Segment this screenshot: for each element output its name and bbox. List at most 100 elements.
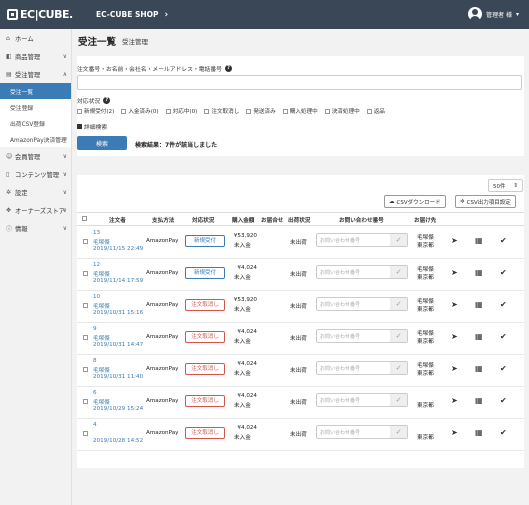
sidebar-item-content[interactable]: ▯ コンテンツ管理 ∨ <box>0 165 71 183</box>
inquiry-number-input[interactable]: お問い合わせ番号 ✓ <box>316 329 408 343</box>
csv-download-button[interactable]: ☁ CSVダウンロード <box>384 195 446 208</box>
row-checkbox[interactable] <box>83 367 88 372</box>
row-checkbox[interactable] <box>83 303 88 308</box>
status-checkbox-in-progress[interactable]: 対応中(0) <box>165 107 197 115</box>
check-icon[interactable]: ✓ <box>390 394 407 406</box>
check-icon[interactable]: ✔ <box>500 364 507 373</box>
order-status-badge[interactable]: 注文取消し <box>185 299 225 311</box>
status-checkbox-returned[interactable]: 返品 <box>366 107 385 115</box>
sidebar-sub-order-list[interactable]: 受注一覧 <box>0 83 71 99</box>
check-icon[interactable]: ✔ <box>500 300 507 309</box>
sidebar-item-owners-store[interactable]: ✥ オーナーズストア ∨ <box>0 201 71 219</box>
order-date-link[interactable]: 2019/10/31 14:47 <box>93 342 143 348</box>
check-icon[interactable]: ✓ <box>390 426 407 438</box>
status-checkbox-cancelled[interactable]: 注文取消し <box>204 107 239 115</box>
status-checkbox-payment-processing[interactable]: 決済処理中 <box>324 107 360 115</box>
sidebar-sub-amazonpay[interactable]: AmazonPay決済管理 <box>0 131 71 147</box>
inquiry-number-input[interactable]: お問い合わせ番号 ✓ <box>316 393 408 407</box>
check-icon[interactable]: ✔ <box>500 332 507 341</box>
logo[interactable]: EC|CUBE. <box>0 8 78 21</box>
check-icon[interactable]: ✓ <box>390 362 407 374</box>
table-icon[interactable]: ▦ <box>475 428 483 437</box>
customer-name-link[interactable]: 毛塚傑 <box>93 270 110 278</box>
check-icon[interactable]: ✔ <box>500 236 507 245</box>
row-checkbox[interactable] <box>83 271 88 276</box>
table-icon[interactable]: ▦ <box>475 332 483 341</box>
row-checkbox[interactable] <box>83 431 88 436</box>
order-number-link[interactable]: 6 <box>93 390 97 396</box>
customer-name-link[interactable]: 毛塚傑 <box>93 334 110 342</box>
help-icon[interactable]: ? <box>224 65 232 72</box>
check-icon[interactable]: ✓ <box>390 266 407 278</box>
sidebar-sub-shipping-csv[interactable]: 出荷CSV登録 <box>0 115 71 131</box>
help-icon[interactable]: ? <box>103 97 111 104</box>
row-checkbox[interactable] <box>83 399 88 404</box>
search-button[interactable]: 検索 <box>77 136 127 150</box>
inquiry-number-input[interactable]: お問い合わせ番号 ✓ <box>316 265 408 279</box>
order-status-badge[interactable]: 注文取消し <box>185 395 225 407</box>
search-input[interactable] <box>77 75 522 90</box>
user-menu[interactable]: 管理者 様 ▾ <box>468 7 519 21</box>
csv-settings-button[interactable]: ✲ CSV出力項目設定 <box>455 195 516 208</box>
check-icon[interactable]: ✔ <box>500 396 507 405</box>
inquiry-number-input[interactable]: お問い合わせ番号 ✓ <box>316 361 408 375</box>
page-size-select[interactable]: 50件 ⇕ <box>488 179 523 192</box>
check-icon[interactable]: ✓ <box>390 298 407 310</box>
send-mail-icon[interactable]: ➤ <box>451 364 458 373</box>
table-icon[interactable]: ▦ <box>475 396 483 405</box>
sidebar-item-members[interactable]: ☺ 会員管理 ∨ <box>0 147 71 165</box>
row-checkbox[interactable] <box>83 335 88 340</box>
inquiry-number-input[interactable]: お問い合わせ番号 ✓ <box>316 233 408 247</box>
order-status-badge[interactable]: 注文取消し <box>185 363 225 375</box>
customer-name-link[interactable]: 毛塚傑 <box>93 366 110 374</box>
order-number-link[interactable]: 10 <box>93 294 100 300</box>
table-icon[interactable]: ▦ <box>475 300 483 309</box>
order-number-link[interactable]: 12 <box>93 262 100 268</box>
check-icon[interactable]: ✔ <box>500 268 507 277</box>
order-status-badge[interactable]: 新規受付 <box>185 235 225 247</box>
order-status-badge[interactable]: 新規受付 <box>185 267 225 279</box>
inquiry-number-input[interactable]: お問い合わせ番号 ✓ <box>316 425 408 439</box>
order-date-link[interactable]: 2019/10/31 15:16 <box>93 310 143 316</box>
table-icon[interactable]: ▦ <box>475 364 483 373</box>
advanced-search-toggle[interactable]: 詳細検索 <box>77 122 107 131</box>
order-date-link[interactable]: 2019/11/15 22:49 <box>93 246 143 252</box>
sidebar-item-orders[interactable]: ▤ 受注管理 ∧ <box>0 65 71 83</box>
order-number-link[interactable]: 4 <box>93 422 97 428</box>
status-checkbox-new[interactable]: 新規受付(2) <box>77 107 114 115</box>
order-number-link[interactable]: 13 <box>93 230 100 236</box>
send-mail-icon[interactable]: ➤ <box>451 428 458 437</box>
row-checkbox[interactable] <box>83 239 88 244</box>
customer-name-link[interactable]: 毛塚傑 <box>93 238 110 246</box>
status-checkbox-purchasing[interactable]: 購入処理中 <box>282 107 318 115</box>
send-mail-icon[interactable]: ➤ <box>451 236 458 245</box>
check-icon[interactable]: ✓ <box>390 234 407 246</box>
order-status-badge[interactable]: 注文取消し <box>185 331 225 343</box>
order-date-link[interactable]: 2019/10/29 15:24 <box>93 406 143 412</box>
customer-name-link[interactable]: 毛塚傑 <box>93 398 110 406</box>
select-all-checkbox[interactable] <box>82 216 87 221</box>
send-mail-icon[interactable]: ➤ <box>451 300 458 309</box>
table-icon[interactable]: ▦ <box>475 236 483 245</box>
order-date-link[interactable]: 2019/10/28 14:52 <box>93 438 143 444</box>
status-checkbox-paid[interactable]: 入金済み(0) <box>121 107 159 115</box>
customer-name-link[interactable]: 毛塚傑 <box>93 302 110 310</box>
sidebar-sub-order-register[interactable]: 受注登録 <box>0 99 71 115</box>
sidebar-item-info[interactable]: ⓘ 情報 ∨ <box>0 219 71 237</box>
status-checkbox-shipped[interactable]: 発送済み <box>246 107 276 115</box>
sidebar-item-settings[interactable]: ✲ 設定 ∨ <box>0 183 71 201</box>
check-icon[interactable]: ✓ <box>390 330 407 342</box>
sidebar-item-home[interactable]: ⌂ ホーム <box>0 29 71 47</box>
order-date-link[interactable]: 2019/11/14 17:59 <box>93 278 143 284</box>
send-mail-icon[interactable]: ➤ <box>451 396 458 405</box>
shop-link[interactable]: EC-CUBE SHOP › <box>96 10 168 20</box>
sidebar-item-products[interactable]: ◧ 商品管理 ∨ <box>0 47 71 65</box>
order-date-link[interactable]: 2019/10/31 11:40 <box>93 374 143 380</box>
send-mail-icon[interactable]: ➤ <box>451 332 458 341</box>
check-icon[interactable]: ✔ <box>500 428 507 437</box>
order-number-link[interactable]: 9 <box>93 326 97 332</box>
table-icon[interactable]: ▦ <box>475 268 483 277</box>
order-number-link[interactable]: 8 <box>93 358 97 364</box>
order-status-badge[interactable]: 注文取消し <box>185 427 225 439</box>
send-mail-icon[interactable]: ➤ <box>451 268 458 277</box>
